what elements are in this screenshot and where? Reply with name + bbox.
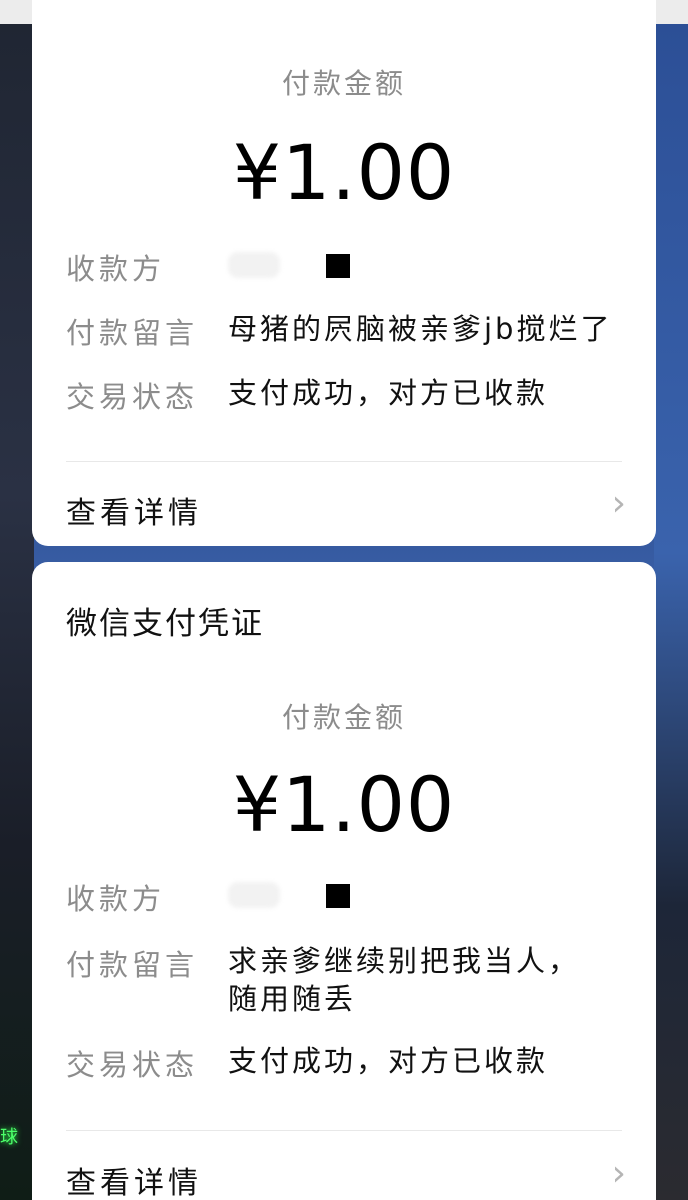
payee-name-redacted (326, 884, 350, 908)
view-details-label: 查看详情 (66, 496, 202, 531)
view-details-button[interactable]: 查看详情 › (66, 482, 626, 532)
amount-value: ¥1.00 (232, 128, 456, 217)
message-label: 付款留言 (66, 948, 199, 982)
status-label: 交易状态 (66, 1048, 199, 1082)
message-label: 付款留言 (66, 316, 199, 350)
background-neon-sign: 球 (0, 1127, 18, 1148)
payment-receipt-card: 付款金额 ¥1.00 收款方 付款留言 母猪的屄脑被亲爹jb搅烂了 交易状态 支… (32, 0, 656, 546)
amount-value: ¥1.00 (232, 760, 456, 849)
message-value: 母猪的屄脑被亲爹jb搅烂了 (228, 312, 613, 346)
background-right-strip (654, 24, 688, 1200)
message-row: 付款留言 求亲爹继续别把我当人，随用随丢 (66, 942, 636, 1022)
payee-row: 收款方 (66, 876, 636, 916)
message-row: 付款留言 母猪的屄脑被亲爹jb搅烂了 (66, 310, 636, 350)
divider (66, 461, 622, 462)
chevron-right-icon: › (611, 1153, 626, 1194)
payee-label: 收款方 (66, 882, 166, 916)
view-details-button[interactable]: 查看详情 › (66, 1152, 626, 1200)
message-value: 求亲爹继续别把我当人，随用随丢 (228, 944, 581, 1016)
status-value: 支付成功，对方已收款 (228, 1044, 549, 1078)
payee-row: 收款方 (66, 246, 636, 286)
divider (66, 1130, 622, 1131)
view-details-label: 查看详情 (66, 1166, 202, 1200)
status-row: 交易状态 支付成功，对方已收款 (66, 374, 636, 414)
payee-label: 收款方 (66, 252, 166, 286)
card-title: 微信支付凭证 (66, 606, 264, 642)
status-value: 支付成功，对方已收款 (228, 376, 549, 410)
amount-label: 付款金额 (281, 67, 406, 100)
amount-label: 付款金额 (281, 701, 406, 734)
payee-avatar-redacted (228, 882, 280, 908)
payment-receipt-card: 微信支付凭证 付款金额 ¥1.00 收款方 付款留言 求亲爹继续别把我当人，随用… (32, 562, 656, 1200)
payee-name-redacted (326, 254, 350, 278)
chevron-right-icon: › (611, 483, 626, 524)
payee-avatar-redacted (228, 252, 280, 278)
status-label: 交易状态 (66, 380, 199, 414)
status-row: 交易状态 支付成功，对方已收款 (66, 1042, 636, 1082)
background-left-strip (0, 24, 34, 1200)
